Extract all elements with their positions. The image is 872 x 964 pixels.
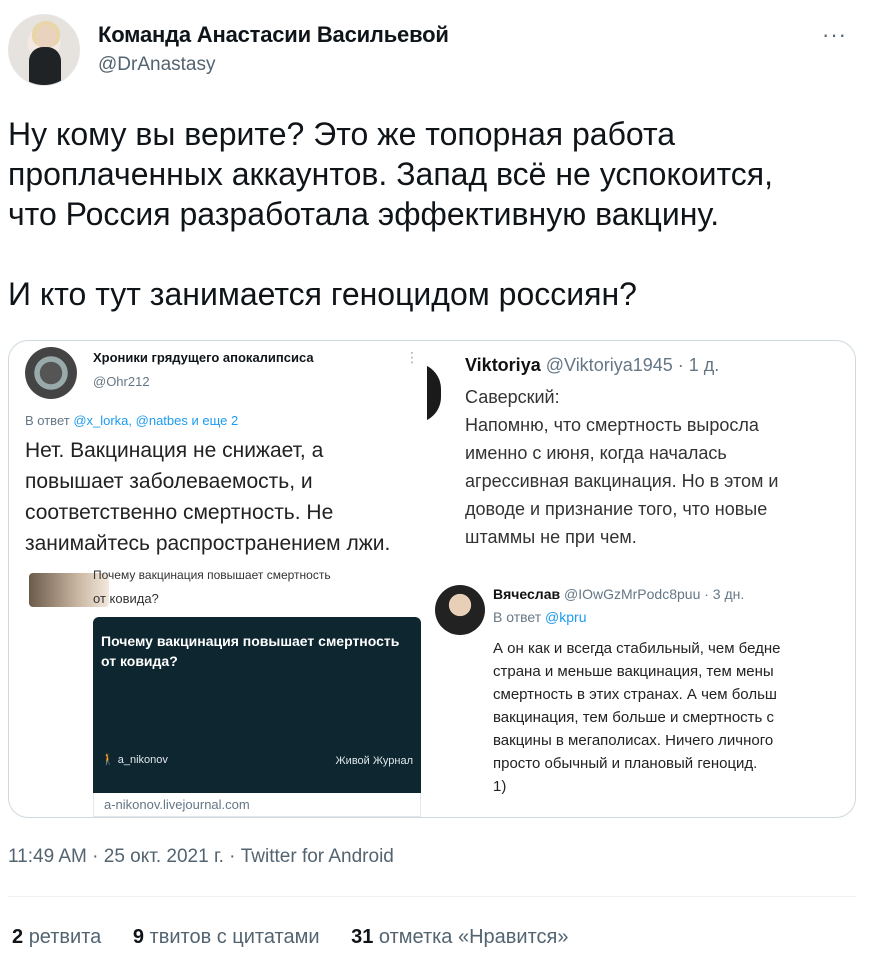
text-line: штаммы не при чем. — [465, 527, 637, 547]
screenshot-right: Viktoriya @Viktoriya1945 · 1 д. Саверски… — [427, 341, 855, 817]
text-line: Напомню, что смертность выросла — [465, 415, 759, 435]
text-line: агрессивная вакцинация. Но в этом и — [465, 471, 779, 491]
link-card-title: Почему вакцинация повышает смертность от… — [101, 633, 400, 669]
tweet-line: проплаченных аккаунтов. Запад всё не усп… — [8, 156, 774, 192]
text-line: именно с июня, когда началась — [465, 443, 727, 463]
text-line: А он как и всегда стабильный, чем бедне — [493, 640, 781, 657]
link-card-source: Живой Журнал — [335, 755, 413, 767]
embedded-author-name-3: Вячеслав — [493, 586, 561, 602]
author-handle[interactable]: @DrAnastasy — [98, 54, 216, 76]
embedded-tweet-text-3: А он как и всегда стабильный, чем бедне … — [493, 637, 853, 798]
text-line: смертность в этих странах. А чем больш — [493, 686, 777, 703]
embedded-tweet-text-2: Саверский: Напомню, что смертность вырос… — [465, 383, 855, 551]
author-name[interactable]: Команда Анастасии Васильевой — [98, 22, 449, 48]
link-card-user: 🚶 a_nikonov — [101, 754, 168, 766]
text-line: 1) — [493, 778, 507, 795]
link-card: Почему вакцинация повышает смертность от… — [93, 617, 421, 817]
tweet-media[interactable]: Хроники грядущего апокалипсиса @Ohr212 ⋮… — [8, 340, 856, 818]
screenshot-left: Хроники грядущего апокалипсиса @Ohr212 ⋮… — [9, 341, 427, 817]
kebab-icon: ⋮ — [405, 349, 419, 365]
embedded-link-title: Почему вакцинация повышает смертность — [93, 568, 331, 582]
text-line: страна и меньше вакцинация, тем мены — [493, 663, 774, 680]
tweet-line: Ну кому вы верите? Это же топорная работ… — [8, 116, 676, 152]
tweet-line: что Россия разработала эффективную вакци… — [8, 196, 720, 232]
embedded-avatar-2 — [427, 363, 441, 423]
retweets-link[interactable]: 2 ретвита — [12, 926, 101, 949]
embedded-link-title-2: от ковида? — [93, 591, 159, 606]
text-line: вакцины в мегаполисах. Ничего личного — [493, 732, 774, 749]
avatar-body — [29, 47, 61, 85]
embedded-reply-to: В ответ @x_lorka, @natbes и еще 2 — [25, 413, 239, 428]
text-line: доводе и признание того, что новые — [465, 499, 768, 519]
text-line: Саверский: — [465, 387, 560, 407]
embedded-author-name: Хроники грядущего апокалипсиса — [93, 350, 314, 365]
divider — [8, 896, 856, 897]
embedded-header-3: Вячеслав @IOwGzMrPodc8puu · 3 дн. — [493, 586, 744, 602]
embedded-author-handle-3: @IOwGzMrPodc8puu · 3 дн. — [563, 586, 745, 602]
embedded-tweet-text: Нет. Вакцинация не снижает, а повышает з… — [25, 439, 391, 555]
tweet-line: И кто тут занимается геноцидом россиян? — [8, 276, 637, 312]
embedded-author-handle: @Ohr212 — [93, 374, 150, 389]
embedded-reply-to-3: В ответ @kpru — [493, 609, 587, 625]
author-avatar[interactable] — [8, 14, 80, 86]
text-line: вакцинация, тем больше и смертность с — [493, 709, 775, 726]
embedded-author-handle-2: @Viktoriya1945 · 1 д. — [545, 355, 720, 375]
tweet-stats: 2 ретвита 9 твитов с цитатами 31 отметка… — [12, 926, 595, 949]
likes-link[interactable]: 31 отметка «Нравится» — [351, 926, 568, 949]
quote-tweets-link[interactable]: 9 твитов с цитатами — [133, 926, 320, 949]
avatar-face — [36, 25, 56, 49]
more-options-icon[interactable]: ··· — [822, 22, 847, 48]
embedded-header-2: Viktoriya @Viktoriya1945 · 1 д. — [465, 355, 719, 376]
tweet-timestamp[interactable]: 11:49 AM · 25 окт. 2021 г. · Twitter for… — [8, 846, 394, 868]
embedded-avatar-3 — [435, 585, 485, 635]
tweet-text: Ну кому вы верите? Это же топорная работ… — [8, 114, 864, 314]
text-line: просто обычный и плановый геноцид. — [493, 755, 758, 772]
embedded-author-name-2: Viktoriya — [465, 355, 541, 375]
embedded-avatar — [25, 347, 77, 399]
reply-mentions: @x_lorka, @natbes и еще 2 — [73, 413, 239, 428]
link-card-url: a-nikonov.livejournal.com — [93, 793, 421, 817]
